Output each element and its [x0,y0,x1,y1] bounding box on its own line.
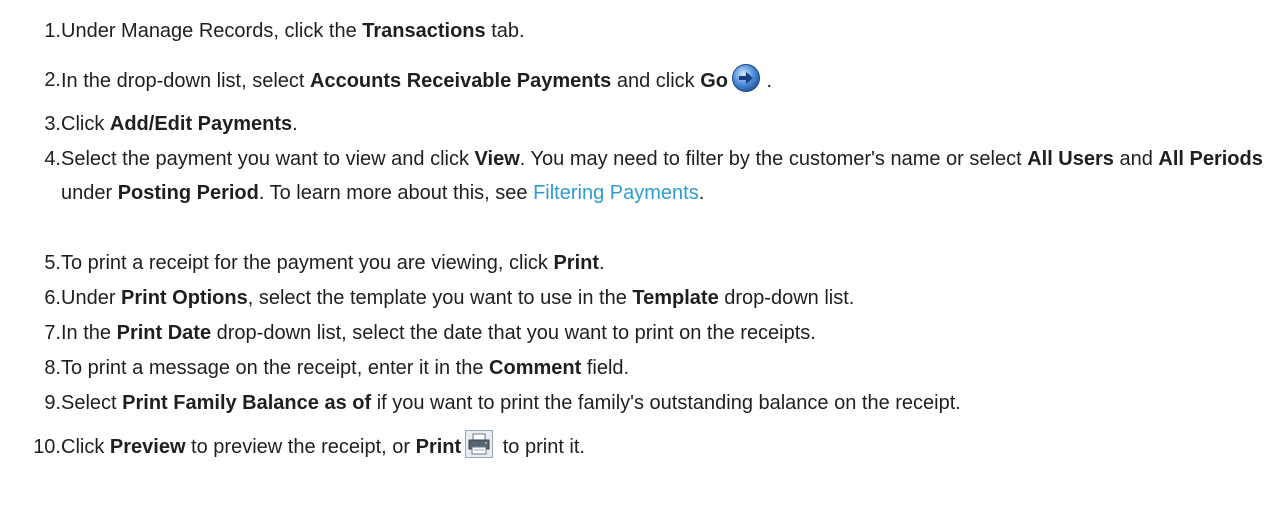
step-text-run: Click [61,436,110,458]
ui-term: All Users [1027,148,1114,170]
step-text-run: and click [611,70,701,92]
filtering-payments-link[interactable]: Filtering Payments [533,182,699,204]
step-number: 3. [44,113,61,135]
step-number: 5. [44,252,61,274]
step-text-run: To print a receipt for the payment you a… [61,252,554,274]
ui-term: Accounts Receivable Payments [310,70,612,92]
ui-term: Preview [109,436,186,458]
step-text-run: under [61,182,118,204]
step-text: Under Manage Records, click the Transact… [61,14,525,48]
step-item: 1. Under Manage Records, click the Transa… [0,14,1270,48]
step-text-run: In the [61,322,117,344]
step-text-run: In the drop-down list, select [61,70,311,92]
step-text: To print a message on the receipt, enter… [61,351,629,385]
step-text-run: . [698,182,705,204]
step-text-run: and [1113,148,1159,170]
step-text-run: . To learn more about this, see [258,182,534,204]
step-number: 10. [33,436,61,458]
step-text-run: Select the payment you want to view and … [61,148,475,170]
step-number: 8. [44,357,61,379]
ui-term: Transactions [362,20,486,42]
step-text-run: To print a message on the receipt, enter… [61,357,490,379]
step-text-run: Under [61,287,122,309]
step-text-run: Select [61,392,123,414]
ui-term: Print Family Balance as of [122,392,372,414]
step-text-run: to print it. [497,436,585,458]
step-text-run: . You may need to filter by the customer… [519,148,1028,170]
step-number: 7. [44,322,61,344]
step-text: In the drop-down list, select Accounts R… [61,63,772,98]
step-text-run: . [599,252,605,274]
step-text-run: tab. [485,20,525,42]
ui-term: Add/Edit Payments [109,113,293,135]
step-text: Under Print Options, select the template… [61,281,854,315]
step-text-run: field. [581,357,630,379]
step-text-run: , select the template you want to use in… [247,287,633,309]
step-item: 2. In the drop-down list, select Accounts… [0,63,1270,97]
ui-term: Template [632,287,719,309]
go-arrow-icon [731,63,761,93]
step-number: 1. [44,20,61,42]
step-item: 9. Select Print Family Balance as of if y… [0,386,1270,420]
ui-term: All Periods [1158,148,1263,170]
step-item: 4. Select the payment you want to view an… [0,142,1270,204]
step-number: 9. [44,392,61,414]
step-text-run: to preview the receipt, or [185,436,416,458]
step-text: Select the payment you want to view and … [61,142,1266,210]
step-item: 5. To print a receipt for the payment you… [0,246,1270,280]
step-number: 4. [44,148,61,170]
step-text: In the Print Date drop-down list, select… [61,316,816,350]
ui-term: Go [700,70,728,92]
step-text-run: Under Manage Records, click the [61,20,363,42]
step-text-run: if you want to print the family's outsta… [371,392,961,414]
step-item: 3. Click Add/Edit Payments. [0,107,1270,141]
step-text: Click Add/Edit Payments. [61,107,298,141]
step-number: 2. [44,69,61,91]
ui-term: View [474,148,520,170]
ui-term: Print [553,252,600,274]
step-text: To print a receipt for the payment you a… [61,246,605,280]
ui-term: Print [415,436,462,458]
printer-icon [465,430,494,458]
step-text-run: Click [61,113,110,135]
step-item: 7. In the Print Date drop-down list, sele… [0,316,1270,350]
step-text-run: . [292,113,298,135]
ui-term: Posting Period [117,182,259,204]
step-item: 8. To print a message on the receipt, ent… [0,351,1270,385]
ui-term: Comment [489,357,582,379]
step-text-run: drop-down list, select the date that you… [211,322,816,344]
ui-term: Print Date [116,322,212,344]
step-text-run: drop-down list. [718,287,855,309]
step-item: 6. Under Print Options, select the templa… [0,281,1270,315]
ui-term: Print Options [121,287,248,309]
step-text: Select Print Family Balance as of if you… [61,386,961,420]
step-item: 10. Click Preview to preview the receipt,… [0,430,1270,464]
step-text-run: . [760,70,773,92]
step-text: Click Preview to preview the receipt, or… [61,430,585,464]
step-number: 6. [44,287,61,309]
